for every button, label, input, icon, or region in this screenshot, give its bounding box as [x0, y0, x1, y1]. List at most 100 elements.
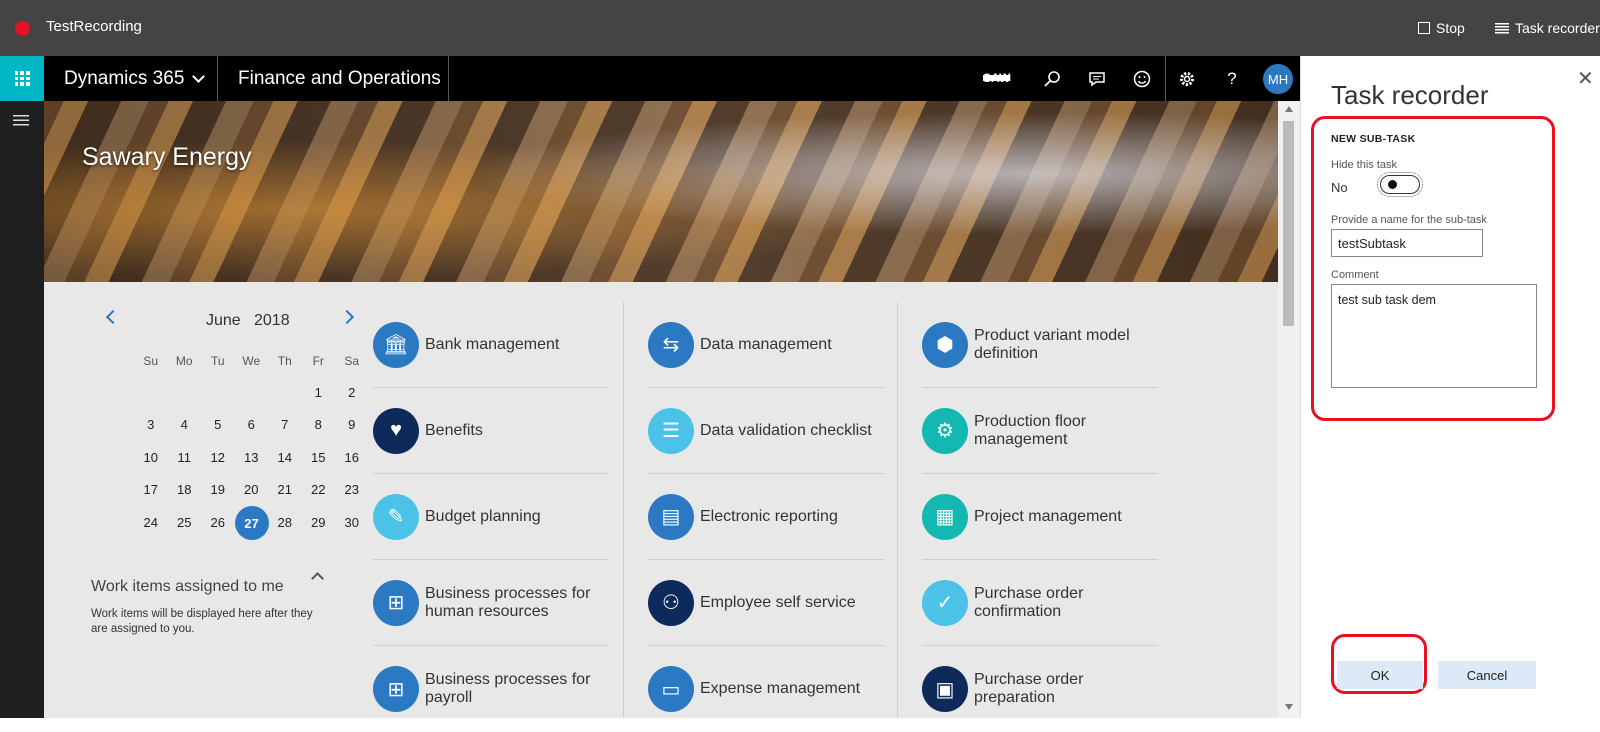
tile-label: Business processes for payroll	[425, 671, 591, 706]
calendar-day[interactable]: 9	[335, 409, 369, 442]
chat-icon	[1089, 71, 1105, 86]
chevron-right-icon[interactable]	[339, 309, 355, 325]
scroll-up-icon[interactable]	[1285, 106, 1293, 112]
calendar-day[interactable]: 4	[168, 409, 202, 442]
comment-label: Comment	[1331, 269, 1379, 281]
calendar-grid: Su Mo Tu We Th Fr Sa 1 2 3 4 5 6 7 8 9 10 11 12 13 14 15 16 17 1…	[134, 346, 359, 540]
recorder-bar: TestRecording Stop Task recorder	[0, 0, 1600, 56]
calendar-day[interactable]: 28	[268, 506, 302, 539]
calendar-day[interactable]: 8	[302, 409, 336, 442]
calendar-day[interactable]: 11	[168, 441, 202, 474]
calendar-day[interactable]: 12	[201, 441, 235, 474]
calendar-day[interactable]: 22	[302, 474, 336, 507]
workspace-tile[interactable]: ✓ Purchase order confirmation	[922, 560, 1158, 646]
scroll-down-icon[interactable]	[1285, 704, 1293, 710]
workspace-tile[interactable]: ⚇ Employee self service	[648, 560, 884, 646]
chat-button[interactable]	[1075, 56, 1119, 101]
avatar[interactable]: MH	[1263, 64, 1293, 94]
calendar-day[interactable]: 15	[302, 441, 336, 474]
calendar-day[interactable]: 10	[134, 441, 168, 474]
calendar-day[interactable]: 6	[235, 409, 269, 442]
hamburger-icon[interactable]	[13, 115, 29, 126]
workspace-tile[interactable]: ⬢ Product variant model definition	[922, 302, 1158, 388]
workspace-tile[interactable]: ⇆ Data management	[648, 302, 884, 388]
workspace-tile[interactable]: ☰ Data validation checklist	[648, 388, 884, 474]
workspace-tile[interactable]: ▣ Purchase order preparation	[922, 646, 1158, 732]
workspace-tile[interactable]: ▦ Project management	[922, 474, 1158, 560]
divider	[623, 302, 624, 718]
calendar-day	[134, 376, 168, 409]
workspace-tile[interactable]: ✎ Budget planning	[373, 474, 609, 560]
calendar-day[interactable]: 7	[268, 409, 302, 442]
calendar-day[interactable]: 30	[335, 506, 369, 539]
vertical-scrollbar[interactable]	[1278, 101, 1300, 718]
workspace-tile[interactable]: ♥ Benefits	[373, 388, 609, 474]
calendar-day[interactable]: 3	[134, 409, 168, 442]
help-button[interactable]: ?	[1210, 56, 1254, 101]
chevron-up-icon[interactable]	[311, 572, 324, 585]
calendar-day[interactable]: 25	[168, 506, 202, 539]
workspace-tile[interactable]: ▤ Electronic reporting	[648, 474, 884, 560]
cancel-button[interactable]: Cancel	[1438, 661, 1536, 689]
task-recorder-button[interactable]: Task recorder	[1495, 20, 1600, 36]
app-launcher-button[interactable]	[0, 56, 44, 101]
task-recorder-label: Task recorder	[1515, 20, 1600, 36]
workspace-tile[interactable]: ▭ Expense management	[648, 646, 884, 732]
calendar-year: 2018	[254, 312, 290, 329]
company-picker[interactable]: SAW	[983, 71, 1010, 85]
left-rail	[0, 101, 44, 718]
calendar-day[interactable]: 14	[268, 441, 302, 474]
calendar-day[interactable]: 20	[235, 474, 269, 507]
subtask-name-label: Provide a name for the sub-task	[1331, 214, 1487, 226]
calendar-day[interactable]: 18	[168, 474, 202, 507]
ok-button[interactable]: OK	[1337, 661, 1423, 689]
weekday-label: Su	[143, 354, 159, 368]
calendar-day[interactable]: 13	[235, 441, 269, 474]
hide-task-toggle[interactable]	[1377, 172, 1423, 197]
feedback-button[interactable]	[1120, 56, 1164, 101]
brand-menu[interactable]: Dynamics 365	[44, 56, 218, 101]
weekday-label: Mo	[175, 354, 193, 368]
navbar: Dynamics 365 Finance and Operations SAW …	[0, 56, 1300, 101]
comment-textarea[interactable]: test sub task dem	[1331, 284, 1537, 388]
calendar-day[interactable]: 21	[268, 474, 302, 507]
tile-label: Bank management	[425, 335, 560, 353]
calendar-day[interactable]: 19	[201, 474, 235, 507]
calendar-day[interactable]: 16	[335, 441, 369, 474]
divider	[897, 302, 898, 718]
search-button[interactable]	[1030, 56, 1074, 101]
search-icon	[1044, 70, 1060, 87]
calendar-day[interactable]: 2	[335, 376, 369, 409]
workspace-tile[interactable]: ⊞ Business processes for payroll	[373, 646, 609, 732]
calendar-day[interactable]: 5	[201, 409, 235, 442]
calendar-day[interactable]: 23	[335, 474, 369, 507]
weekday-label: Sa	[344, 354, 360, 368]
brand-label: Dynamics 365	[64, 67, 185, 89]
tile-column-2: ⇆ Data management ☰ Data validation checkli…	[642, 302, 884, 732]
calendar-day[interactable]: 1	[302, 376, 336, 409]
workspace-tile[interactable]: ⚙ Production floor management	[922, 388, 1158, 474]
budget-icon: ✎	[373, 493, 419, 540]
calendar-today[interactable]: 27	[234, 506, 269, 540]
calendar-day	[168, 376, 202, 409]
workspace-tile[interactable]: 🏛 Bank management	[373, 302, 609, 388]
scrollbar-thumb[interactable]	[1283, 121, 1294, 326]
module-name: Finance and Operations	[218, 56, 449, 101]
workspace-tile[interactable]: ⊞ Business processes for human resources	[373, 560, 609, 646]
tile-label: Purchase order preparation	[974, 671, 1084, 706]
section-heading: NEW SUB-TASK	[1331, 133, 1416, 145]
calendar-day[interactable]: 26	[201, 506, 235, 539]
subtask-name-input[interactable]	[1331, 229, 1483, 257]
expense-icon: ▭	[648, 666, 694, 712]
calendar-day[interactable]: 17	[134, 474, 168, 507]
settings-button[interactable]	[1165, 56, 1209, 101]
weekday-label: We	[242, 354, 261, 368]
tile-label: Project management	[974, 507, 1122, 525]
calendar-day[interactable]: 24	[134, 506, 168, 539]
close-icon[interactable]: ✕	[1577, 66, 1594, 91]
chevron-left-icon[interactable]	[105, 309, 121, 325]
hide-task-value: No	[1331, 180, 1348, 195]
calendar-day[interactable]: 29	[302, 506, 336, 539]
stop-button[interactable]: Stop	[1418, 20, 1465, 36]
bank-icon: 🏛	[373, 321, 419, 368]
